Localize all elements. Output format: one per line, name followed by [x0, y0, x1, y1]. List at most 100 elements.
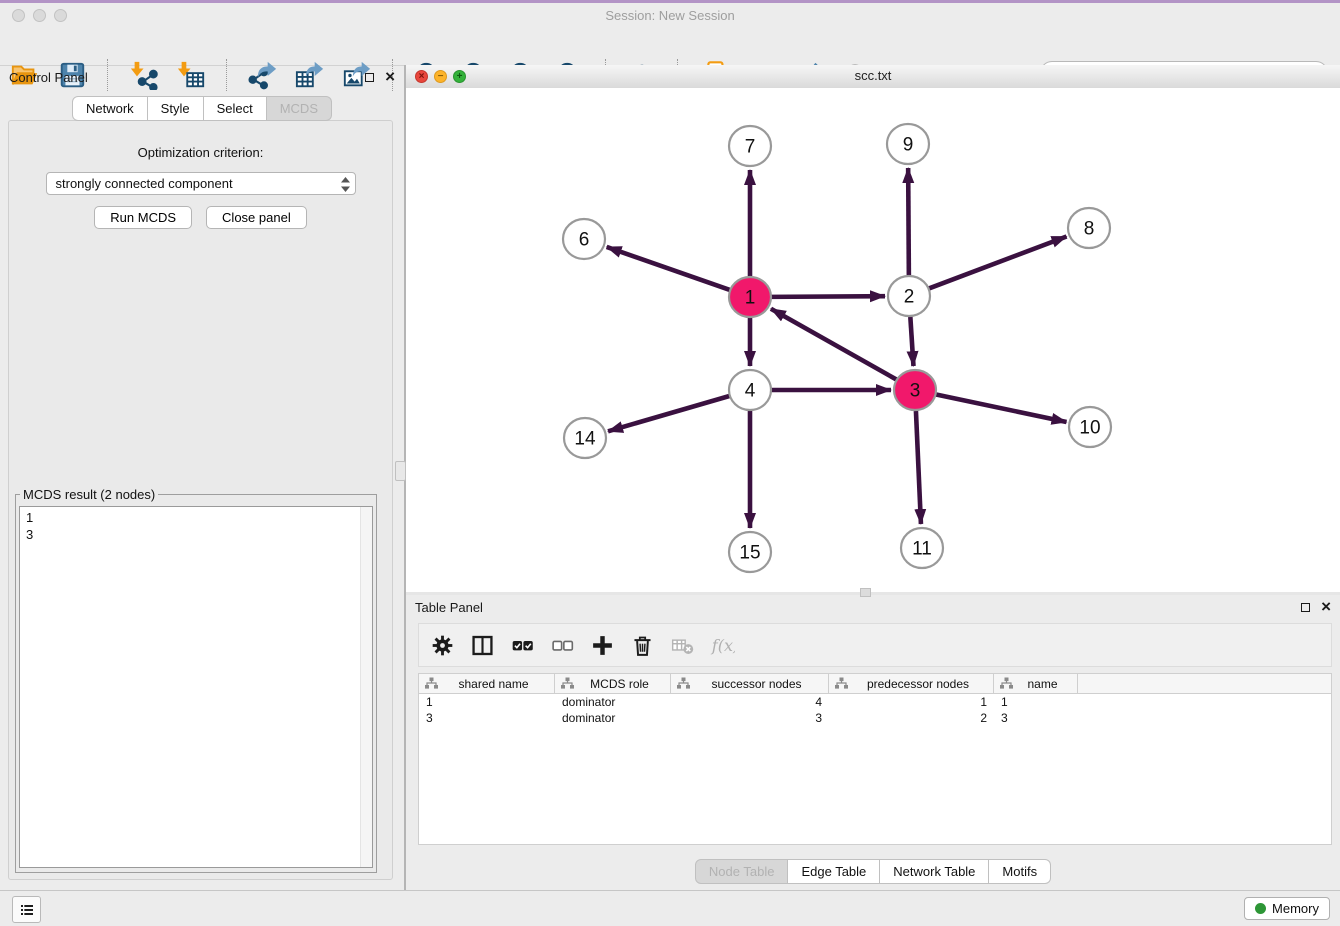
function-builder-button: [710, 633, 735, 658]
table-panel: Table Panel × shared nameMCDS rolesucces…: [406, 595, 1340, 891]
tab-edge-table[interactable]: Edge Table: [788, 859, 880, 884]
edge-2-8[interactable]: [929, 236, 1067, 288]
mcds-result-title: MCDS result (2 nodes): [20, 487, 158, 502]
delete-column-button[interactable]: [630, 633, 655, 658]
table-cell[interactable]: 4: [671, 694, 829, 710]
table-cell[interactable]: dominator: [555, 710, 671, 726]
edge-2-3[interactable]: [910, 317, 913, 366]
table-row[interactable]: 3dominator323: [419, 710, 1331, 726]
function-builder-icon: [710, 633, 735, 658]
close-table-panel-icon[interactable]: ×: [1321, 601, 1331, 613]
table-cell[interactable]: 2: [829, 710, 994, 726]
float-panel-icon[interactable]: [365, 73, 374, 82]
deselect-all-columns-icon: [550, 633, 575, 658]
edge-3-11[interactable]: [916, 411, 921, 524]
table-cell[interactable]: 3: [671, 710, 829, 726]
table-cell[interactable]: 1: [994, 694, 1078, 710]
network-maximize-button[interactable]: +: [453, 70, 466, 83]
node-label-2: 2: [904, 287, 915, 308]
edge-2-9[interactable]: [908, 168, 909, 275]
mcds-result-line: 3: [26, 526, 372, 543]
edge-1-6[interactable]: [607, 247, 731, 290]
node-label-4: 4: [745, 381, 756, 402]
table-panel-tabs: Node TableEdge TableNetwork TableMotifs: [406, 859, 1340, 884]
task-list-icon: [19, 902, 35, 918]
tab-node-table[interactable]: Node Table: [695, 859, 789, 884]
add-column-button[interactable]: [590, 633, 615, 658]
hierarchy-icon: [835, 677, 848, 690]
close-window-button[interactable]: [12, 9, 25, 22]
node-label-8: 8: [1084, 219, 1095, 240]
node-table-header-row: shared nameMCDS rolesuccessor nodesprede…: [419, 674, 1331, 694]
close-panel-icon[interactable]: ×: [385, 71, 395, 83]
table-cell[interactable]: dominator: [555, 694, 671, 710]
mcds-tab-content: Optimization criterion: strongly connect…: [8, 120, 393, 880]
control-panel-header: Control Panel ×: [0, 65, 404, 91]
vertical-split-handle[interactable]: [395, 461, 406, 481]
table-cell[interactable]: 1: [419, 694, 555, 710]
result-scrollbar[interactable]: [360, 507, 372, 867]
table-panel-header: Table Panel ×: [406, 595, 1340, 621]
zoom-window-button[interactable]: [54, 9, 67, 22]
tab-style[interactable]: Style: [148, 96, 204, 121]
main-titlebar: Session: New Session: [0, 3, 1340, 28]
delete-table-icon: [670, 633, 695, 658]
hierarchy-icon: [561, 677, 574, 690]
network-close-button[interactable]: ×: [415, 70, 428, 83]
select-all-columns-icon: [510, 633, 535, 658]
select-all-columns-button[interactable]: [510, 633, 535, 658]
network-window-title: scc.txt: [406, 65, 1340, 87]
main-toolbar: [0, 28, 1340, 66]
node-label-9: 9: [903, 135, 914, 156]
edge-1-2[interactable]: [771, 296, 885, 297]
column-header-successor-nodes[interactable]: successor nodes: [671, 674, 829, 693]
node-label-15: 15: [739, 543, 760, 564]
edge-3-1[interactable]: [771, 309, 897, 380]
table-cell[interactable]: 1: [829, 694, 994, 710]
run-mcds-button[interactable]: Run MCDS: [94, 206, 192, 229]
table-row[interactable]: 1dominator411: [419, 694, 1331, 710]
app-window: Session: New Session Control Panel × Net…: [0, 0, 1340, 926]
table-cell[interactable]: 3: [994, 710, 1078, 726]
tab-motifs[interactable]: Motifs: [989, 859, 1051, 884]
delete-column-icon: [630, 633, 655, 658]
hierarchy-icon: [425, 677, 438, 690]
tab-network-table[interactable]: Network Table: [880, 859, 989, 884]
toggle-columns-button[interactable]: [470, 633, 495, 658]
window-controls: [12, 9, 67, 22]
memory-button[interactable]: Memory: [1244, 897, 1330, 920]
close-panel-button[interactable]: Close panel: [206, 206, 307, 229]
deselect-all-columns-button[interactable]: [550, 633, 575, 658]
float-table-panel-icon[interactable]: [1301, 603, 1310, 612]
criterion-dropdown[interactable]: strongly connected component: [46, 172, 356, 195]
network-canvas[interactable]: 7968124314101511: [406, 88, 1340, 592]
tab-select[interactable]: Select: [204, 96, 267, 121]
column-header-MCDS-role[interactable]: MCDS role: [555, 674, 671, 693]
edge-4-14[interactable]: [608, 396, 730, 431]
node-label-11: 11: [912, 539, 932, 560]
tab-mcds[interactable]: MCDS: [267, 96, 332, 121]
dropdown-stepper-icon: [341, 177, 350, 199]
table-cell[interactable]: 3: [419, 710, 555, 726]
control-panel-title: Control Panel: [9, 70, 88, 85]
hierarchy-icon: [1000, 677, 1013, 690]
control-panel: Control Panel × NetworkStyleSelectMCDS O…: [0, 65, 404, 891]
window-title: Session: New Session: [0, 3, 1340, 28]
edge-3-10[interactable]: [936, 394, 1067, 422]
column-header-name[interactable]: name: [994, 674, 1078, 693]
task-history-button[interactable]: [12, 896, 41, 923]
mcds-result-list[interactable]: 13: [19, 506, 373, 868]
table-settings-icon: [430, 633, 455, 658]
column-header-shared-name[interactable]: shared name: [419, 674, 555, 693]
mcds-result-groupbox: MCDS result (2 nodes) 13: [15, 494, 377, 873]
network-minimize-button[interactable]: −: [434, 70, 447, 83]
optimization-criterion-label: Optimization criterion:: [9, 145, 392, 160]
node-label-3: 3: [910, 381, 921, 402]
hierarchy-icon: [677, 677, 690, 690]
minimize-window-button[interactable]: [33, 9, 46, 22]
network-view-window: × − + scc.txt 7968124314101511: [406, 65, 1340, 592]
column-header-predecessor-nodes[interactable]: predecessor nodes: [829, 674, 994, 693]
tab-network[interactable]: Network: [72, 96, 148, 121]
table-settings-button[interactable]: [430, 633, 455, 658]
node-label-10: 10: [1079, 418, 1100, 439]
